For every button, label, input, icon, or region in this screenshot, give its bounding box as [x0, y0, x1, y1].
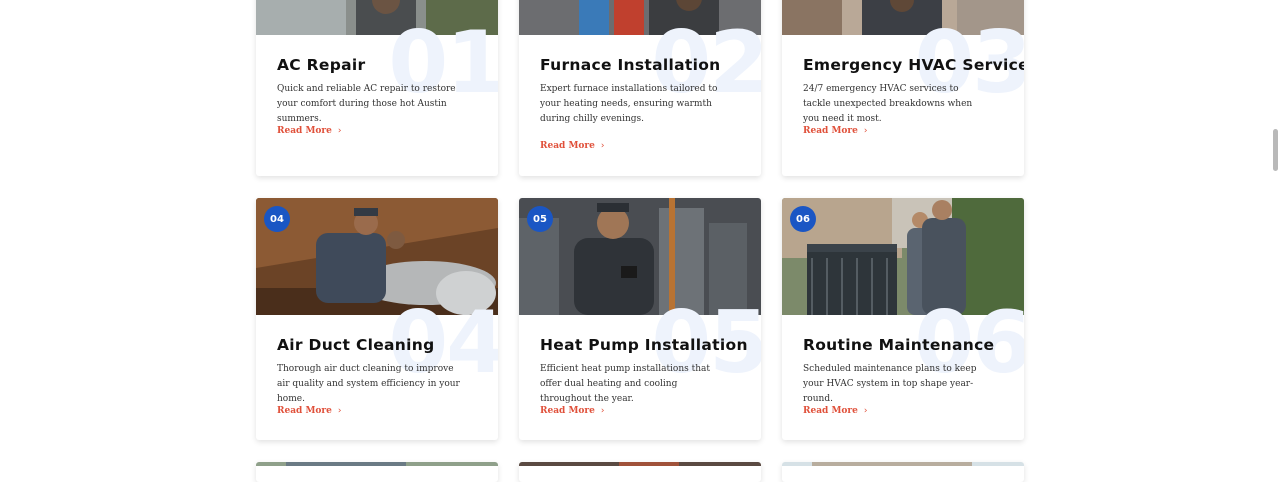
chevron-right-icon: › — [600, 141, 605, 151]
read-more-link[interactable]: Read More › — [277, 406, 342, 416]
service-card-partial — [256, 462, 498, 482]
service-title: Furnace Installation — [540, 56, 721, 74]
service-title: Air Duct Cleaning — [277, 336, 435, 354]
service-title: Routine Maintenance — [803, 336, 995, 354]
chevron-right-icon: › — [337, 126, 342, 136]
service-description: Scheduled maintenance plans to keep your… — [803, 364, 977, 405]
service-card-partial — [519, 462, 761, 482]
chevron-right-icon: › — [863, 126, 868, 136]
service-description: Quick and reliable AC repair to restore … — [277, 84, 456, 125]
read-more-link[interactable]: Read More › — [803, 126, 868, 136]
service-description: Expert furnace installations tailored to… — [540, 84, 718, 125]
service-title: Emergency HVAC Services — [803, 56, 1024, 74]
page-scrollbar[interactable] — [1270, 0, 1280, 466]
service-card-air-duct-cleaning: 04 04 Air Duct Cleaning Thorough air duc… — [256, 198, 498, 440]
number-badge: 05 — [527, 206, 553, 232]
service-description: 24/7 emergency HVAC services to tackle u… — [803, 84, 973, 125]
service-card-routine-maintenance: 06 06 Routine Maintenance Scheduled main… — [782, 198, 1024, 440]
chevron-right-icon: › — [863, 406, 868, 416]
number-badge: 06 — [790, 206, 816, 232]
service-card-furnace-installation: 02 Furnace Installation Expert furnace i… — [519, 0, 761, 176]
scrollbar-thumb[interactable] — [1273, 129, 1278, 171]
chevron-right-icon: › — [337, 406, 342, 416]
service-description: Thorough air duct cleaning to improve ai… — [277, 364, 460, 405]
read-more-link[interactable]: Read More › — [277, 126, 342, 136]
number-badge: 04 — [264, 206, 290, 232]
service-card-ac-repair: 01 AC Repair Quick and reliable AC repai… — [256, 0, 498, 176]
service-description: Efficient heat pump installations that o… — [540, 364, 711, 405]
read-more-link[interactable]: Read More › — [803, 406, 868, 416]
chevron-right-icon: › — [600, 406, 605, 416]
read-more-link[interactable]: Read More › — [540, 141, 605, 151]
service-card-heat-pump-installation: 05 05 Heat Pump Installation Efficient h… — [519, 198, 761, 440]
service-card-emergency-hvac: 03 Emergency HVAC Services 24/7 emergenc… — [782, 0, 1024, 176]
service-title: Heat Pump Installation — [540, 336, 748, 354]
service-title: AC Repair — [277, 56, 366, 74]
service-card-partial — [782, 462, 1024, 482]
read-more-link[interactable]: Read More › — [540, 406, 605, 416]
